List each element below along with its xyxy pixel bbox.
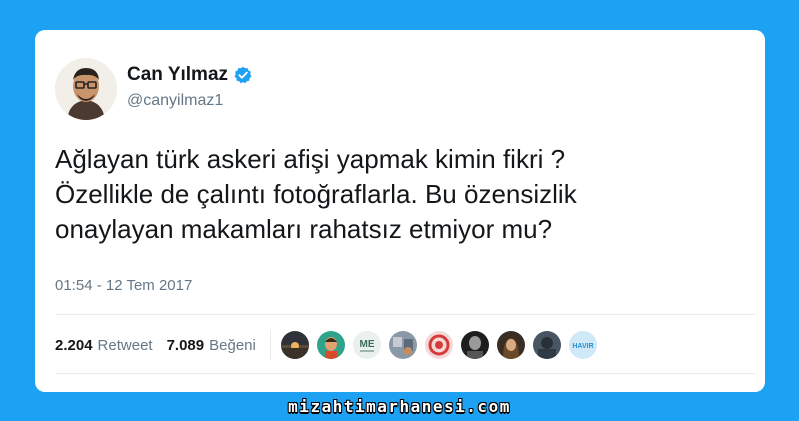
like-count[interactable]: 7.089	[167, 337, 205, 354]
tweet-stats: 2.204 Retweet 7.089 Beğeni ME HAVIR	[55, 330, 597, 360]
author-avatar-icon	[55, 58, 117, 120]
retweet-count[interactable]: 2.204	[55, 337, 93, 354]
author-handle[interactable]: @canyilmaz1	[127, 92, 223, 110]
author-name-row: Can Yılmaz	[127, 64, 252, 86]
tweet-header: Can Yılmaz @canyilmaz1	[55, 58, 735, 120]
author-name[interactable]: Can Yılmaz	[127, 64, 228, 86]
retweet-label[interactable]: Retweet	[98, 337, 153, 354]
svg-text:ME: ME	[359, 339, 374, 350]
author-avatar[interactable]	[55, 58, 117, 120]
tweet-card: Can Yılmaz @canyilmaz1 Ağlayan türk aske…	[35, 30, 765, 392]
avatar-woman-icon[interactable]	[496, 331, 525, 359]
svg-text:HAVIR: HAVIR	[572, 343, 593, 350]
avatar-dark-photo-icon[interactable]	[532, 331, 561, 359]
stats-separator	[269, 330, 271, 360]
tweet-timestamp[interactable]: 01:54 - 12 Tem 2017	[55, 277, 192, 294]
liker-avatars: ME HAVIR	[280, 331, 597, 359]
avatar-red-pattern-icon[interactable]	[424, 331, 453, 359]
like-label[interactable]: Beğeni	[209, 337, 256, 354]
tweet-text: Ağlayan türk askeri afişi yapmak kimin f…	[55, 144, 577, 244]
divider	[55, 314, 755, 315]
avatar-me-logo-icon[interactable]: ME	[352, 331, 381, 359]
avatar-sunset-icon[interactable]	[280, 331, 309, 359]
avatar-havir-logo-icon[interactable]: HAVIR	[568, 331, 597, 359]
avatar-cartoon-icon[interactable]	[316, 331, 345, 359]
avatar-room-icon[interactable]	[388, 331, 417, 359]
divider	[55, 373, 755, 374]
avatar-bw-man-icon[interactable]	[460, 331, 489, 359]
watermark: mizahtimarhanesi.com	[288, 397, 511, 416]
verified-badge-icon	[234, 66, 252, 84]
